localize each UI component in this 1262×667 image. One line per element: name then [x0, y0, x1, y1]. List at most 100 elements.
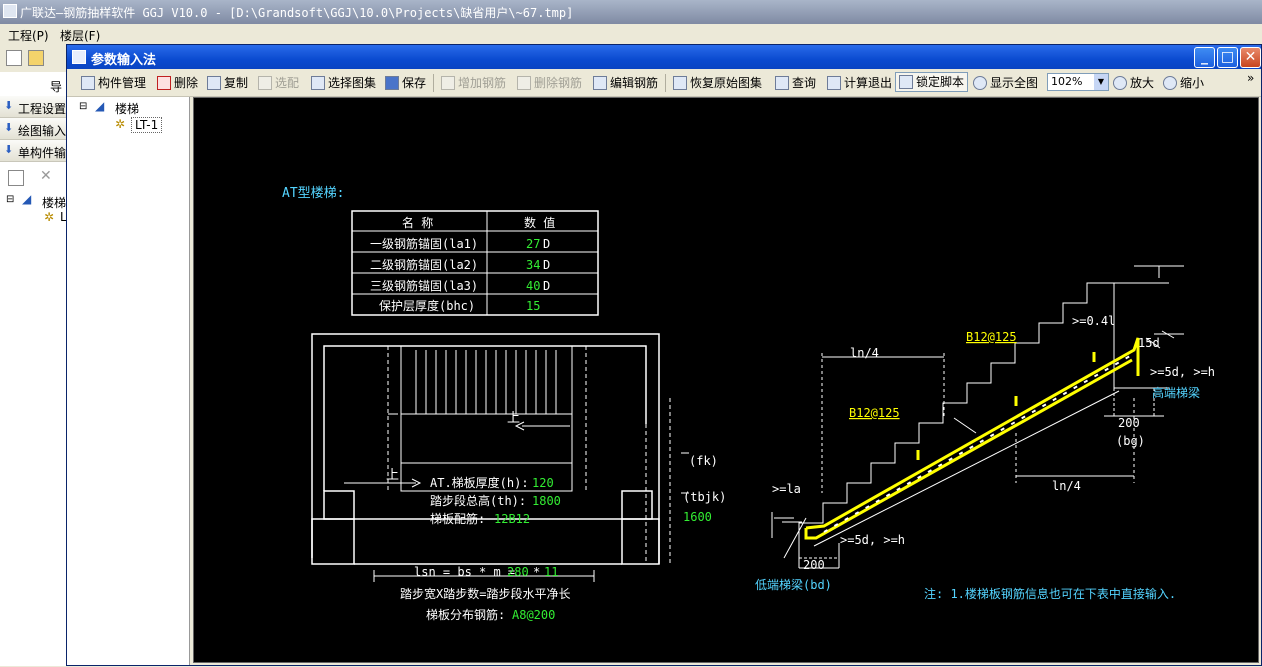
table-row-value[interactable]: 15: [526, 299, 540, 313]
tree-collapse-icon[interactable]: ⊟: [79, 101, 87, 112]
low-5dh-label: >=5d, >=h: [840, 533, 905, 547]
choose-atlas-button[interactable]: 选择图集: [311, 74, 376, 92]
zoom-select[interactable]: 102% ▼: [1047, 73, 1109, 91]
copy-button[interactable]: 复制: [207, 74, 248, 92]
bg-label: (bg): [1116, 434, 1145, 448]
delete-rebar-icon: [517, 76, 531, 90]
stair-drawing: AT型楼梯: 名 称 数 值 一级钢筋锚固(la1) 27 D 二级钢筋锚固(l…: [282, 186, 1215, 622]
edit-rebar-button[interactable]: 编辑钢筋: [593, 74, 658, 92]
tree-item-lt1[interactable]: LT-1: [131, 117, 163, 133]
calc-exit-button[interactable]: 计算退出: [827, 74, 892, 92]
delete-icon: [157, 76, 171, 90]
component-list-icon[interactable]: [8, 170, 24, 186]
nav-item-drawing-input[interactable]: ⬇ 绘图输入: [0, 118, 68, 140]
rebar-value[interactable]: 12B12: [494, 512, 530, 526]
select-config-button[interactable]: 选配: [258, 74, 299, 92]
stair-type-heading: AT型楼梯:: [282, 186, 344, 201]
nav-item-single-component-input[interactable]: ⬇ 单构件输入: [0, 140, 78, 162]
main-menu-bar: 工程(P) 楼层(F): [0, 24, 1262, 44]
lock-script-button[interactable]: 锁定脚本: [895, 72, 969, 92]
zoom-in-icon: [1113, 76, 1127, 90]
component-gear-icon: ✲: [44, 210, 55, 224]
tbjk-label: (tbjk): [683, 490, 726, 504]
save-disk-icon: [385, 76, 399, 90]
low-beam-width: 200: [803, 558, 825, 572]
distribution-rebar-value[interactable]: A8@200: [512, 608, 555, 622]
dialog-title: 参数输入法: [91, 53, 157, 68]
nav-item-project-settings[interactable]: ⬇ 工程设置: [0, 96, 68, 118]
top-5dh-label: >=5d, >=h: [1150, 365, 1215, 379]
minimize-button[interactable]: _: [1194, 47, 1215, 68]
formula-note: 踏步宽X踏步数=踏步段水平净长: [400, 586, 570, 601]
component-gear-icon: ✲: [115, 117, 126, 131]
rebar-lines: [804, 337, 1140, 540]
lock-icon: [899, 75, 913, 89]
zoom-in-button[interactable]: 放大: [1113, 74, 1154, 92]
distribution-rebar-label: 梯板分布钢筋:: [426, 607, 505, 622]
component-manage-icon: [81, 76, 95, 90]
tree-collapse-icon[interactable]: ⊟: [6, 194, 14, 205]
query-icon: [775, 76, 789, 90]
tree-root-stair[interactable]: 楼梯: [42, 194, 66, 211]
footnote: 注: 1.楼梯板钢筋信息也可在下表中直接输入.: [924, 586, 1176, 601]
table-row-value[interactable]: 34: [526, 258, 540, 272]
zoom-out-button[interactable]: 缩小: [1163, 74, 1204, 92]
component-manage-button[interactable]: 构件管理: [81, 74, 146, 92]
table-row-unit: D: [543, 258, 550, 272]
top-rebar-label[interactable]: B12@125: [966, 330, 1017, 344]
chevron-down-icon: ▼: [1094, 74, 1108, 90]
thickness-label: AT.梯板厚度(h):: [430, 475, 529, 490]
tbjk-value[interactable]: 1600: [683, 510, 712, 524]
dialog-title-bar: 参数输入法 _ □ ✕: [67, 45, 1261, 69]
close-button[interactable]: ✕: [1240, 47, 1261, 68]
thickness-value[interactable]: 120: [532, 476, 554, 490]
table-header-name: 名 称: [402, 215, 433, 230]
toolbar-overflow-button[interactable]: »: [1247, 71, 1254, 89]
save-button[interactable]: 保存: [385, 74, 426, 92]
lsn-formula: lsn = bs * m =: [414, 565, 515, 579]
dialog-toolbar: 构件管理 删除 复制 选配 选择图集 保存 增加钢筋 删除钢筋 编辑钢筋 恢复原…: [67, 69, 1261, 97]
new-file-icon[interactable]: [6, 50, 22, 66]
menu-floor[interactable]: 楼层(F): [60, 27, 100, 44]
table-row-unit: D: [543, 279, 550, 293]
mid-rebar-label[interactable]: B12@125: [849, 406, 900, 420]
low-la-label: >=la: [772, 482, 801, 496]
open-folder-icon[interactable]: [28, 50, 44, 66]
delete-button[interactable]: 删除: [157, 74, 198, 92]
stair-treads: [344, 350, 570, 488]
fk-label: (fk): [689, 454, 718, 468]
arrow-down-icon: ⬇: [4, 99, 14, 112]
menu-project[interactable]: 工程(P): [8, 27, 49, 44]
zoom-out-icon: [1163, 76, 1177, 90]
stair-icon: ◢: [22, 192, 32, 206]
add-rebar-button[interactable]: 增加钢筋: [441, 74, 506, 92]
bs-value[interactable]: 280: [507, 565, 529, 579]
main-left-panel: 导航 ⬇工程设置 ⬇绘图输入 ⬇单构件输入 ✕ ⊟ ◢ 楼梯 ✲ L: [0, 72, 78, 666]
top-15d-label: 15d: [1138, 336, 1160, 350]
height-value[interactable]: 1800: [532, 494, 561, 508]
stair-icon: ◢: [95, 99, 105, 113]
drawing-canvas[interactable]: AT型楼梯: 名 称 数 值 一级钢筋锚固(la1) 27 D 二级钢筋锚固(l…: [193, 97, 1259, 663]
table-row-value[interactable]: 27: [526, 237, 540, 251]
function-icon: [827, 76, 841, 90]
delete-rebar-button[interactable]: 删除钢筋: [517, 74, 582, 92]
table-row-value[interactable]: 40: [526, 279, 540, 293]
table-row-name: 保护层厚度(bhc): [379, 298, 475, 313]
param-input-dialog: 参数输入法 _ □ ✕ 构件管理 删除 复制 选配 选择图集 保存 增加钢筋 删…: [66, 44, 1262, 666]
table-row-name: 二级钢筋锚固(la2): [370, 257, 478, 272]
top-04l-label: >=0.4l: [1072, 314, 1115, 328]
restore-atlas-button[interactable]: 恢复原始图集: [673, 74, 762, 92]
query-button[interactable]: 查询: [775, 74, 816, 92]
show-all-button[interactable]: 显示全图: [973, 74, 1038, 92]
height-label: 踏步段总高(th):: [430, 493, 526, 508]
m-value[interactable]: 11: [544, 565, 558, 579]
edit-rebar-icon: [593, 76, 607, 90]
tree-root-stair[interactable]: 楼梯: [115, 100, 139, 117]
maximize-button[interactable]: □: [1217, 47, 1238, 68]
high-end-beam-label: 高端梯梁: [1152, 385, 1200, 400]
copy-icon: [207, 76, 221, 90]
ln4-bottom-label: ln/4: [1052, 479, 1081, 493]
delete-icon[interactable]: ✕: [40, 168, 52, 184]
table-row-name: 一级钢筋锚固(la1): [370, 236, 478, 251]
high-beam-width: 200: [1118, 416, 1140, 430]
